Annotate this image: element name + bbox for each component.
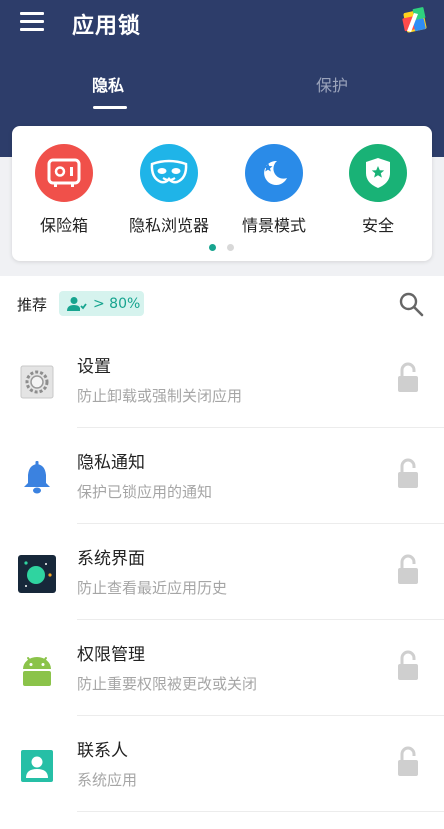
unlocked-lock-icon[interactable] [396,650,420,682]
feature-label: 隐私浏览器 [128,216,209,235]
contacts-icon [18,747,56,785]
app-description: 防止卸载或强制关闭应用 [77,387,243,405]
android-icon [18,651,56,689]
app-name: 联系人 [77,741,128,761]
app-name: 系统界面 [77,549,145,569]
menu-icon[interactable] [20,12,44,32]
app-description: 保护已锁应用的通知 [77,483,213,501]
bell-icon [18,459,56,497]
pager-dot-active [209,244,216,251]
recommend-badge-text: > 80% [93,295,141,312]
feature-private-browser[interactable]: 隐私浏览器 [119,144,219,236]
recommend-badge: > 80% [59,291,144,316]
feature-label: 情景模式 [241,216,306,235]
feature-scene-mode[interactable]: 情景模式 [224,144,324,236]
list-item-permission-manager[interactable]: 权限管理 防止重要权限被更改或关闭 [0,620,444,716]
app-name: 设置 [77,357,111,377]
feature-card: 保险箱 隐私浏览器 情景模式 安全 [12,126,432,261]
unlocked-lock-icon[interactable] [396,458,420,490]
list-item-settings[interactable]: 设置 防止卸载或强制关闭应用 [0,332,444,428]
recommend-row: 推荐 > 80% [0,276,444,332]
app-description: 防止查看最近应用历史 [77,579,228,597]
app-name: 权限管理 [77,645,145,665]
moon-icon [245,144,303,202]
users-icon [67,296,87,311]
feature-label: 安全 [361,216,394,235]
tab-privacy[interactable]: 隐私 [92,72,124,96]
app-description: 系统应用 [77,771,138,789]
feature-label: 保险箱 [39,216,88,235]
theme-icon[interactable] [401,7,429,35]
app-description: 防止重要权限被更改或关闭 [77,675,258,693]
shield-icon [349,144,407,202]
mask-icon [140,144,198,202]
app-title: 应用锁 [72,14,142,39]
safe-box-icon [35,144,93,202]
unlocked-lock-icon[interactable] [396,362,420,394]
list-item-contacts[interactable]: 联系人 系统应用 [0,716,444,812]
search-icon[interactable] [398,291,424,317]
pager-dot [227,244,234,251]
list-item-private-notification[interactable]: 隐私通知 保护已锁应用的通知 [0,428,444,524]
feature-security[interactable]: 安全 [328,144,428,236]
system-ui-icon [18,555,56,593]
list-item-system-ui[interactable]: 系统界面 防止查看最近应用历史 [0,524,444,620]
unlocked-lock-icon[interactable] [396,554,420,586]
settings-app-icon [18,363,56,401]
app-name: 隐私通知 [77,453,145,473]
active-tab-indicator [93,106,127,109]
feature-safe-box[interactable]: 保险箱 [14,144,114,236]
tab-protection[interactable]: 保护 [316,72,348,96]
recommend-label: 推荐 [17,296,48,314]
divider [77,811,444,812]
unlocked-lock-icon[interactable] [396,746,420,778]
